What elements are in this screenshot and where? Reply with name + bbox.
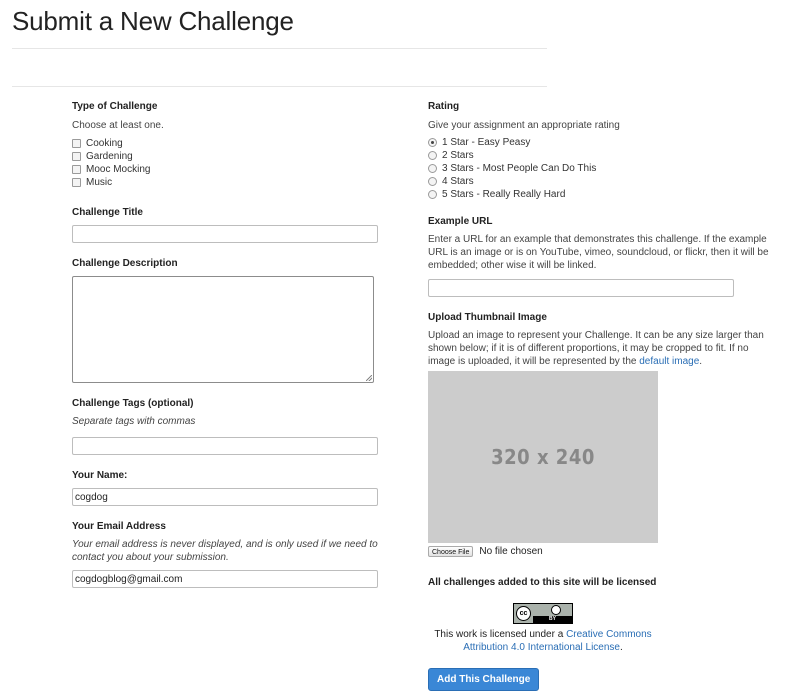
- challenge-title-input[interactable]: [72, 225, 378, 243]
- rating-help: Give your assignment an appropriate rati…: [428, 120, 620, 131]
- radio-option-1-star[interactable]: 1 Star - Easy Peasy: [428, 136, 773, 149]
- radio-label: 5 Stars - Really Really Hard: [442, 189, 566, 200]
- upload-thumbnail-help-text: Upload an image to represent your Challe…: [428, 330, 764, 367]
- left-column: Type of Challenge Choose at least one. C…: [72, 100, 392, 588]
- radio-button[interactable]: [428, 151, 437, 160]
- example-url-help: Enter a URL for an example that demonstr…: [428, 234, 769, 271]
- radio-button-selected[interactable]: [428, 138, 437, 147]
- checkbox[interactable]: [72, 152, 81, 161]
- your-name-label: Your Name:: [72, 470, 128, 481]
- upload-thumbnail-help-end: .: [699, 356, 703, 367]
- radio-option-2-stars[interactable]: 2 Stars: [428, 149, 773, 162]
- radio-option-3-stars[interactable]: 3 Stars - Most People Can Do This: [428, 162, 773, 175]
- checkbox-label: Music: [86, 177, 113, 188]
- upload-thumbnail-label: Upload Thumbnail Image: [428, 312, 547, 323]
- challenge-tags-label: Challenge Tags (optional): [72, 398, 194, 409]
- challenge-title-label: Challenge Title: [72, 207, 143, 218]
- file-upload-control: Choose File No file chosen: [428, 545, 773, 558]
- checkbox-option-mooc-mocking[interactable]: Mooc Mocking: [72, 163, 392, 176]
- by-label: BY: [533, 616, 572, 623]
- your-email-label: Your Email Address: [72, 521, 166, 532]
- radio-option-5-stars[interactable]: 5 Stars - Really Really Hard: [428, 188, 773, 201]
- your-name-input[interactable]: [72, 488, 378, 506]
- radio-label: 3 Stars - Most People Can Do This: [442, 163, 597, 174]
- example-url-label: Example URL: [428, 216, 493, 227]
- challenge-tags-input[interactable]: [72, 437, 378, 455]
- thumbnail-placeholder-image: 320 x 240: [428, 371, 658, 543]
- radio-button[interactable]: [428, 190, 437, 199]
- checkbox[interactable]: [72, 178, 81, 187]
- type-of-challenge-help: Choose at least one.: [72, 120, 164, 131]
- radio-label: 1 Star - Easy Peasy: [442, 137, 531, 148]
- attribution-person-icon: [551, 605, 561, 615]
- upload-thumbnail-help: Upload an image to represent your Challe…: [428, 329, 773, 368]
- radio-option-4-stars[interactable]: 4 Stars: [428, 175, 773, 188]
- rating-label: Rating: [428, 101, 460, 112]
- checkbox-option-cooking[interactable]: Cooking: [72, 137, 392, 150]
- radio-button[interactable]: [428, 164, 437, 173]
- file-status: No file chosen: [479, 546, 543, 557]
- type-of-challenge-label: Type of Challenge: [72, 101, 158, 112]
- checkbox-option-gardening[interactable]: Gardening: [72, 150, 392, 163]
- rating-radio-group: 1 Star - Easy Peasy 2 Stars 3 Stars - Mo…: [428, 136, 773, 201]
- challenge-description-label: Challenge Description: [72, 258, 178, 269]
- your-email-input[interactable]: [72, 570, 378, 588]
- license-text-prefix: This work is licensed under a: [434, 629, 567, 640]
- example-url-input[interactable]: [428, 279, 734, 297]
- your-email-help: Your email address is never displayed, a…: [72, 539, 378, 563]
- license-notice: All challenges added to this site will b…: [428, 577, 657, 588]
- checkbox-option-music[interactable]: Music: [72, 176, 392, 189]
- checkbox[interactable]: [72, 139, 81, 148]
- right-column: Rating Give your assignment an appropria…: [428, 100, 773, 691]
- choose-file-button[interactable]: Choose File: [428, 546, 474, 557]
- checkbox-label: Mooc Mocking: [86, 164, 151, 175]
- cc-icon: cc: [516, 606, 531, 621]
- cc-by-license-badge[interactable]: cc BY: [513, 603, 573, 624]
- checkbox-label: Gardening: [86, 151, 133, 162]
- radio-button[interactable]: [428, 177, 437, 186]
- thumbnail-placeholder-text: 320 x 240: [491, 444, 595, 469]
- radio-label: 2 Stars: [442, 150, 474, 161]
- radio-label: 4 Stars: [442, 176, 474, 187]
- default-image-link[interactable]: default image: [639, 356, 699, 367]
- title-divider: [12, 48, 547, 49]
- form-top-divider: [12, 86, 547, 87]
- license-block: cc BY This work is licensed under a Crea…: [428, 603, 658, 654]
- license-text-suffix: .: [620, 642, 623, 653]
- checkbox-label: Cooking: [86, 138, 123, 149]
- type-of-challenge-checkboxes: Cooking Gardening Mooc Mocking Music: [72, 137, 392, 189]
- challenge-description-textarea[interactable]: [72, 276, 374, 383]
- license-text: This work is licensed under a Creative C…: [428, 628, 658, 654]
- resize-grip-icon[interactable]: [366, 375, 372, 381]
- page-title: Submit a New Challenge: [12, 6, 294, 36]
- checkbox[interactable]: [72, 165, 81, 174]
- challenge-tags-help: Separate tags with commas: [72, 416, 196, 427]
- add-this-challenge-button[interactable]: Add This Challenge: [428, 668, 540, 691]
